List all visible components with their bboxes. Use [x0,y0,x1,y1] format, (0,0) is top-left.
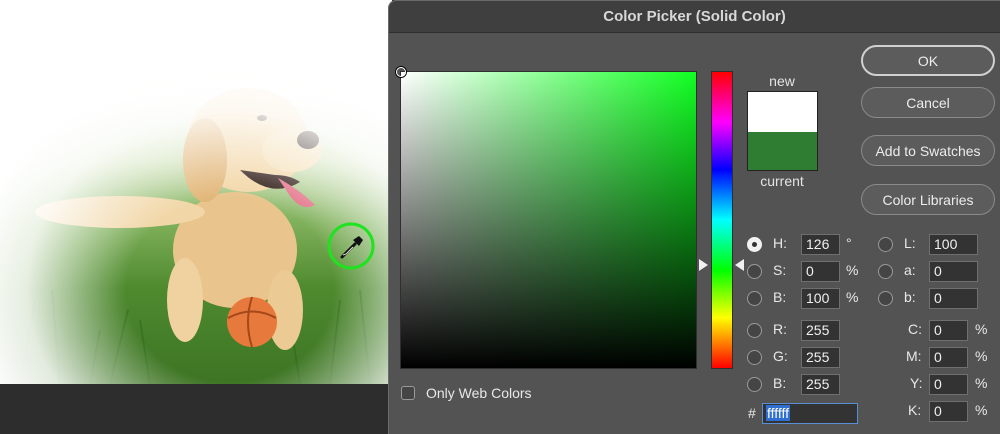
color-picker-dialog: Color Picker (Solid Color) new current O… [388,0,1000,434]
magenta-unit: % [975,348,988,364]
black-unit: % [975,402,988,418]
lab-b-input[interactable]: 0 [929,288,978,309]
color-field[interactable] [396,67,697,369]
new-color-label: new [769,73,795,89]
only-web-colors-label: Only Web Colors [426,385,532,401]
lab-l-label: L: [904,235,916,251]
hue-unit: ° [846,235,852,251]
brightness-unit: % [846,289,859,305]
hue-slider[interactable] [711,71,733,369]
color-field-marker[interactable] [396,67,406,77]
cancel-button[interactable]: Cancel [861,87,995,118]
black-label: K: [908,402,922,418]
yellow-unit: % [975,375,988,391]
hue-slider-right-handle[interactable] [735,259,744,271]
lab-a-label: a: [904,262,916,278]
green-input[interactable]: 255 [801,347,840,368]
saturation-label: S: [773,262,787,278]
hue-slider-left-handle[interactable] [699,259,708,271]
lab-l-input[interactable]: 100 [929,234,978,255]
brightness-input[interactable]: 100 [801,288,840,309]
yellow-label: Y: [910,375,923,391]
yellow-input[interactable]: 0 [929,374,968,395]
current-color-swatch[interactable] [748,132,817,170]
color-libraries-button[interactable]: Color Libraries [861,184,995,215]
blue-radio[interactable] [747,377,762,392]
canvas-footer [0,384,392,434]
cyan-label: C: [908,321,922,337]
color-swatch-compare [747,91,818,171]
black-input[interactable]: 0 [929,401,968,422]
magenta-label: M: [906,348,922,364]
hex-value-selection: ffffff [766,405,791,421]
red-label: R: [773,321,787,337]
lab-l-radio[interactable] [878,237,893,252]
magenta-input[interactable]: 0 [929,347,968,368]
only-web-colors-checkbox[interactable] [401,386,415,400]
saturation-input[interactable]: 0 [801,261,840,282]
lab-b-radio[interactable] [878,291,893,306]
red-input[interactable]: 255 [801,320,840,341]
lab-a-radio[interactable] [878,264,893,279]
ok-button[interactable]: OK [861,45,995,76]
hue-label: H: [773,235,787,251]
lab-b-label: b: [904,289,916,305]
add-to-swatches-button[interactable]: Add to Swatches [861,135,995,166]
screen: Color Picker (Solid Color) new current O… [0,0,1000,434]
hue-radio[interactable] [747,237,762,252]
hue-input[interactable]: 126 [801,234,840,255]
current-color-label: current [760,173,804,189]
blue-input[interactable]: 255 [801,374,840,395]
brightness-label: B: [773,289,787,305]
cyan-unit: % [975,321,988,337]
saturation-radio[interactable] [747,264,762,279]
green-radio[interactable] [747,350,762,365]
lab-a-input[interactable]: 0 [929,261,978,282]
photo-vignette [0,0,392,384]
title-bar[interactable]: Color Picker (Solid Color) [389,1,1000,33]
background-photo [0,0,392,384]
cyan-input[interactable]: 0 [929,320,968,341]
dialog-title: Color Picker (Solid Color) [603,8,786,25]
green-label: G: [773,348,788,364]
hex-input[interactable]: ffffff [762,403,858,424]
blue-label: B: [773,375,787,391]
eyedropper-icon [327,222,375,270]
brightness-radio[interactable] [747,291,762,306]
red-radio[interactable] [747,323,762,338]
new-color-swatch [748,92,817,132]
hex-label: # [748,405,756,421]
saturation-unit: % [846,262,859,278]
